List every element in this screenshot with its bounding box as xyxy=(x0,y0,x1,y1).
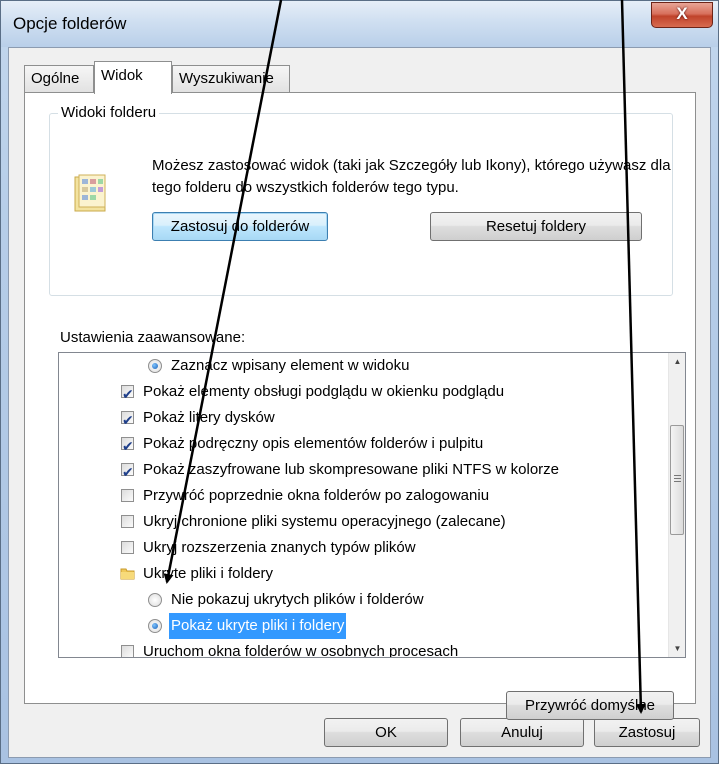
checkbox[interactable]: ✔ xyxy=(121,385,134,402)
list-item-label: Pokaż podręczny opis elementów folderów … xyxy=(143,435,484,452)
tab-general[interactable]: Ogólne xyxy=(24,65,94,92)
folder-views-group: Widoki folderu Możesz zastosować widok (… xyxy=(49,104,673,296)
radio-button[interactable] xyxy=(148,619,162,633)
advanced-settings-label: Ustawienia zaawansowane: xyxy=(60,329,246,346)
scroll-down-icon[interactable]: ▼ xyxy=(669,640,685,657)
advanced-settings-list[interactable]: Zaznacz wpisany element w widoku ✔ Pokaż… xyxy=(58,352,686,658)
dialog-client-area: Ogólne Widok Wyszukiwanie Widoki folderu xyxy=(8,47,711,758)
vertical-scrollbar[interactable]: ▲ ▼ xyxy=(668,353,685,657)
list-item-label: Pokaż zaszyfrowane lub skompresowane pli… xyxy=(143,461,559,478)
restore-defaults-button[interactable]: Przywróć domyślne xyxy=(506,691,674,720)
folder-options-window: Opcje folderów X Ogólne Widok Wyszukiwan… xyxy=(0,0,719,764)
apply-to-folders-button[interactable]: Zastosuj do folderów xyxy=(152,212,328,241)
tab-view-label: Widok xyxy=(101,67,143,84)
cancel-button[interactable]: Anuluj xyxy=(460,718,584,747)
checkbox[interactable] xyxy=(121,645,134,657)
reset-folders-button[interactable]: Resetuj foldery xyxy=(430,212,642,241)
tab-search[interactable]: Wyszukiwanie xyxy=(172,65,290,92)
list-item-label: Ukryte pliki i foldery xyxy=(143,565,274,582)
list-item-label: Przywróć poprzednie okna folderów po zal… xyxy=(143,487,490,504)
ok-button[interactable]: OK xyxy=(324,718,448,747)
view-tab-panel: Widoki folderu Możesz zastosować widok (… xyxy=(24,92,696,720)
radio-button[interactable] xyxy=(148,359,162,373)
tab-view[interactable]: Widok xyxy=(94,61,172,94)
tab-general-label: Ogólne xyxy=(31,70,80,87)
checkbox[interactable]: ✔ xyxy=(121,437,134,454)
folder-views-description: Możesz zastosować widok (taki jak Szczeg… xyxy=(152,157,671,196)
list-item-label: Pokaż litery dysków xyxy=(143,409,275,426)
checkbox[interactable] xyxy=(121,541,134,554)
folder-views-group-title: Widoki folderu xyxy=(58,104,160,121)
apply-button[interactable]: Zastosuj xyxy=(594,718,700,747)
list-item-label: Pokaż elementy obsługi podglądu w okienk… xyxy=(143,383,505,400)
checkbox[interactable] xyxy=(121,489,134,502)
checkbox[interactable] xyxy=(121,515,134,528)
folder-icon xyxy=(120,568,135,580)
scroll-up-icon[interactable]: ▲ xyxy=(669,353,685,370)
list-item-label-selected: Pokaż ukryte pliki i foldery xyxy=(169,613,347,639)
list-item-label: Ukryj rozszerzenia znanych typów plików xyxy=(143,539,416,556)
window-title: Opcje folderów xyxy=(13,14,127,33)
list-item-label: Uruchom okna folderów w osobnych procesa… xyxy=(143,643,459,658)
close-icon: X xyxy=(676,4,688,23)
checkbox[interactable]: ✔ xyxy=(121,411,134,428)
list-item-label: Nie pokazuj ukrytych plików i folderów xyxy=(171,591,424,608)
checkbox[interactable]: ✔ xyxy=(121,463,134,480)
list-item-label: Zaznacz wpisany element w widoku xyxy=(171,357,410,374)
tab-search-label: Wyszukiwanie xyxy=(179,70,274,87)
list-item-label: Ukryj chronione pliki systemu operacyjne… xyxy=(143,513,506,530)
close-button[interactable]: X xyxy=(651,2,713,28)
radio-button[interactable] xyxy=(148,593,162,607)
title-bar[interactable]: Opcje folderów X xyxy=(1,1,718,47)
folder-view-icon xyxy=(74,174,106,212)
scroll-thumb[interactable] xyxy=(670,425,684,535)
